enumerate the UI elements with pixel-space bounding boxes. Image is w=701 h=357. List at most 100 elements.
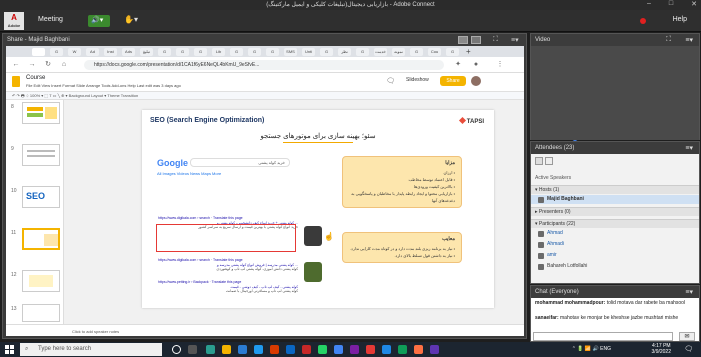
browser-tab[interactable]: نظر xyxy=(338,48,351,56)
attendee-item[interactable]: Bahareh Lotfollahi xyxy=(531,262,699,271)
home-icon[interactable]: ⌂ xyxy=(60,61,68,69)
windows-start-icon[interactable] xyxy=(5,345,14,354)
speaker-icon[interactable]: 🔊▾ xyxy=(88,15,110,27)
avatar[interactable] xyxy=(471,76,481,86)
chrome-icon[interactable] xyxy=(334,345,343,354)
browser-tab[interactable]: SMS xyxy=(284,48,297,56)
browser-tab[interactable]: G xyxy=(158,48,171,56)
close-icon[interactable]: ✕ xyxy=(691,0,697,8)
fullscreen-icon[interactable]: ⛶ xyxy=(493,36,498,44)
browser-tab[interactable]: Lib xyxy=(212,48,225,56)
slide-thumbnail[interactable]: SEO xyxy=(22,186,60,208)
browser-tab[interactable]: G xyxy=(410,48,423,56)
browser-tab[interactable]: Ad xyxy=(86,48,99,56)
forward-icon[interactable]: → xyxy=(28,61,36,69)
app-icon[interactable] xyxy=(430,345,439,354)
slideshow-button[interactable]: Slideshow xyxy=(406,77,429,83)
slide-thumbnail[interactable] xyxy=(22,304,60,322)
presenters-group[interactable]: ▸ Presenters (0) xyxy=(531,207,699,216)
browser-tab[interactable]: G xyxy=(320,48,333,56)
comments-icon[interactable]: 🗨 xyxy=(386,77,395,85)
browser-tab[interactable]: نمونه xyxy=(392,48,405,56)
word-icon[interactable] xyxy=(238,345,247,354)
raise-hand-icon[interactable]: ✋▾ xyxy=(124,15,138,24)
address-bar[interactable]: https://docs.google.com/presentation/d/1… xyxy=(84,60,444,70)
slides-toolbar[interactable]: ↶ ↷ 🖶 ⌖ 100% ▾ ⬚ T ▭ ╲ ⊕ ▾ Background La… xyxy=(6,91,524,100)
attendee-item[interactable]: amir xyxy=(531,251,699,260)
app-icon[interactable] xyxy=(206,345,215,354)
meeting-menu[interactable]: Meeting xyxy=(38,16,63,23)
task-view-icon[interactable] xyxy=(188,345,197,354)
send-message-icon[interactable]: ✉ xyxy=(679,332,695,341)
view-status-icon[interactable] xyxy=(545,157,553,165)
speaker-notes[interactable]: Click to add speaker notes xyxy=(6,324,524,336)
chat-input[interactable] xyxy=(533,332,673,341)
browser-tab[interactable]: G xyxy=(266,48,279,56)
acrobat-icon[interactable] xyxy=(302,345,311,354)
browser-tab[interactable]: G xyxy=(50,48,63,56)
attendee-item[interactable]: Ahmad xyxy=(531,229,699,238)
participants-group[interactable]: ▾ Participants (22) xyxy=(531,219,699,228)
slide-thumbnail[interactable] xyxy=(22,270,60,292)
notification-icon[interactable]: 🗨 xyxy=(684,345,693,353)
browser-tab[interactable]: Ads xyxy=(122,48,135,56)
powerpoint-icon[interactable] xyxy=(270,345,279,354)
browser-tab[interactable]: W xyxy=(68,48,81,56)
fullscreen-icon[interactable]: ⛶ xyxy=(666,36,671,44)
app-icon[interactable] xyxy=(414,345,423,354)
browser-tab[interactable]: Cou xyxy=(428,48,441,56)
taskbar-search-input[interactable]: Type here to search xyxy=(20,343,162,356)
browser-tab[interactable]: Unti xyxy=(302,48,315,56)
slide-thumbnail-selected[interactable] xyxy=(22,228,60,250)
clock[interactable]: 4:17 PM 3/9/2022 xyxy=(652,343,671,355)
browser-tab[interactable]: Inst xyxy=(104,48,117,56)
browser-tab[interactable]: G xyxy=(248,48,261,56)
google-slides-icon[interactable] xyxy=(12,76,20,87)
document-title[interactable]: Course xyxy=(26,75,45,81)
browser-tab[interactable]: G xyxy=(446,48,459,56)
cortana-icon[interactable] xyxy=(172,345,181,354)
minimize-icon[interactable]: – xyxy=(647,0,651,8)
hosts-group[interactable]: ▾ Hosts (1) xyxy=(531,185,699,194)
thumb-number: 9 xyxy=(11,146,14,152)
excel-icon[interactable] xyxy=(398,345,407,354)
app-icon[interactable] xyxy=(382,345,391,354)
slide-filmstrip: 8 9 10 SEO 11 12 13 xyxy=(6,100,64,324)
current-slide[interactable]: SEO (Search Engine Optimization) TAPSI س… xyxy=(142,110,494,308)
file-explorer-icon[interactable] xyxy=(222,345,231,354)
pod-menu-icon[interactable]: ≡▾ xyxy=(511,36,519,44)
slides-menu-bar[interactable]: File Edit View Insert Format Slide Arran… xyxy=(26,83,181,88)
browser-menu-icon[interactable]: ⋮ xyxy=(496,61,504,69)
browser-tab[interactable]: G xyxy=(176,48,189,56)
maximize-icon[interactable]: □ xyxy=(669,0,673,8)
app-icon[interactable] xyxy=(350,345,359,354)
browser-tab[interactable] xyxy=(32,48,45,56)
attendee-host[interactable]: Majid Baghbani xyxy=(531,195,699,204)
whatsapp-icon[interactable] xyxy=(318,345,327,354)
layout-grid-icon[interactable] xyxy=(458,36,468,44)
pod-menu-icon[interactable]: ≡▾ xyxy=(685,288,693,296)
pod-menu-icon[interactable]: ≡▾ xyxy=(685,36,693,44)
profile-icon[interactable]: ● xyxy=(472,61,480,69)
slide-thumbnail[interactable] xyxy=(22,102,60,124)
app-icon[interactable] xyxy=(286,345,295,354)
reload-icon[interactable]: ↻ xyxy=(44,61,52,69)
browser-tab[interactable]: G xyxy=(230,48,243,56)
system-tray[interactable]: ⌃ 🔋 📶 🔊 ENG xyxy=(572,346,611,352)
telegram-icon[interactable] xyxy=(254,345,263,354)
slide-thumbnail[interactable] xyxy=(22,144,60,166)
extensions-icon[interactable]: ✦ xyxy=(454,61,462,69)
pod-menu-icon[interactable]: ≡▾ xyxy=(685,144,693,152)
share-button[interactable]: Share xyxy=(440,76,466,86)
back-icon[interactable]: ← xyxy=(12,61,20,69)
browser-tab[interactable]: G xyxy=(194,48,207,56)
view-list-icon[interactable] xyxy=(535,157,543,165)
browser-tab[interactable]: خدمت xyxy=(374,48,387,56)
layout-list-icon[interactable] xyxy=(471,36,481,44)
attendee-item[interactable]: Ahmadi xyxy=(531,240,699,249)
browser-tab[interactable]: G xyxy=(356,48,369,56)
new-tab-icon[interactable]: + xyxy=(466,47,471,56)
help-menu[interactable]: Help xyxy=(673,16,687,23)
adobe-connect-icon[interactable] xyxy=(366,345,375,354)
browser-tab[interactable]: تبلیغ xyxy=(140,48,153,56)
